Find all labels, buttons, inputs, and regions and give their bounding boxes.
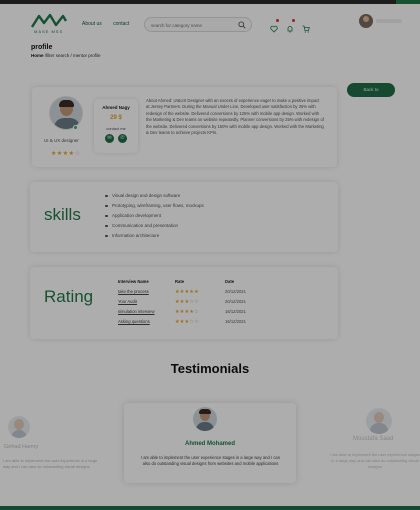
mentor-mini-card: Ahmed Nagy 29 $ contact me ✉ ✆ xyxy=(94,99,138,153)
row-stars: ★★★★★ xyxy=(175,289,199,295)
logo[interactable]: MASE MSS xyxy=(30,13,68,35)
row-stars: ★★★☆☆ xyxy=(175,319,199,325)
table-row: take the process ★★★★★ 20/12/2021 xyxy=(113,289,331,299)
skills-title: skills xyxy=(44,205,81,224)
skills-list: Visual design and design software Protot… xyxy=(105,193,204,243)
row-date: 20/12/2021 xyxy=(225,299,246,304)
search-input[interactable] xyxy=(151,21,239,30)
interview-link[interactable]: Asking questions xyxy=(118,319,150,324)
breadcrumb-path[interactable]: /filter search / mentor profile xyxy=(44,53,101,58)
table-row: Asking questions ★★★☆☆ 16/12/2021 xyxy=(113,319,331,329)
col-rate: Rate xyxy=(175,279,185,284)
profile-avatar xyxy=(49,96,83,130)
testimonial-avatar xyxy=(366,408,392,434)
skill-item: Information architecture xyxy=(105,233,204,243)
contact-label: contact me xyxy=(106,126,126,131)
table-row: Your Audit ★★★☆☆ 20/12/2021 xyxy=(113,299,331,309)
heart-icon[interactable] xyxy=(270,19,279,33)
breadcrumb: Home /filter search / mentor profile xyxy=(31,53,101,58)
cart-icon[interactable] xyxy=(302,20,310,33)
rating-table-header: Interview Name Rate Date xyxy=(113,279,331,289)
profile-about: About Ahmed: UI&UX Designer with an exce… xyxy=(146,98,324,136)
nav-about-us[interactable]: About us xyxy=(82,21,102,27)
mentor-name: Ahmed Nagy xyxy=(102,105,130,110)
main-nav: About us contact xyxy=(82,21,139,27)
testimonial-name: Moustafa Saad xyxy=(353,436,394,442)
user-avatar[interactable] xyxy=(359,14,373,28)
logo-mark-icon xyxy=(30,13,68,28)
interview-link[interactable]: simulation interview xyxy=(118,309,155,314)
col-interview-name: Interview Name xyxy=(118,279,149,284)
user-menu[interactable] xyxy=(376,19,402,23)
interview-link[interactable]: Your Audit xyxy=(118,299,137,304)
phone-icon[interactable]: ✆ xyxy=(118,134,127,143)
testimonial-name: Ahmed Mohamed xyxy=(184,441,235,447)
testimonial-text: I am able to implement the user experien… xyxy=(3,458,98,469)
skill-item: Application development xyxy=(105,213,204,223)
row-date: 16/12/2021 xyxy=(225,309,246,314)
row-date: 16/12/2021 xyxy=(225,319,246,324)
row-date: 20/12/2021 xyxy=(225,289,246,294)
logo-tag: MASE MSS xyxy=(34,29,64,34)
skill-item: Visual design and design software xyxy=(105,193,204,203)
search-box xyxy=(144,17,252,32)
bell-icon[interactable] xyxy=(286,19,295,33)
skill-item: Prototyping, wireframing, user flows, mo… xyxy=(105,203,204,213)
chat-icon[interactable]: ✉ xyxy=(105,134,114,143)
testimonial-text: I am able to implement the user experien… xyxy=(330,452,420,469)
profile-rating-stars: ★★★★☆ xyxy=(51,150,80,157)
table-row: simulation interview ★★★★☆ 16/12/2021 xyxy=(113,309,331,319)
bell-badge xyxy=(292,19,295,22)
testimonial-name: Gehad Hamry xyxy=(4,444,39,450)
breadcrumb-home[interactable]: Home xyxy=(31,53,44,58)
testimonials-title: Testimonials xyxy=(170,361,250,376)
profile-designation: UI & UX designer xyxy=(44,138,79,143)
bottom-bar xyxy=(0,506,420,510)
back-button[interactable]: Back to xyxy=(347,83,395,97)
testimonial-avatar xyxy=(193,407,217,431)
col-date: Date xyxy=(225,279,235,284)
page: MASE MSS About us contact search for cat… xyxy=(0,0,420,510)
nav-contact[interactable]: contact xyxy=(113,21,129,27)
interview-link[interactable]: take the process xyxy=(118,289,149,294)
row-stars: ★★★★☆ xyxy=(175,309,199,315)
online-status-dot xyxy=(73,125,78,130)
mentor-price: 29 $ xyxy=(110,115,122,121)
heart-badge xyxy=(276,19,279,22)
rating-title: Rating xyxy=(44,287,94,306)
row-stars: ★★★☆☆ xyxy=(175,299,199,305)
testimonial-text: I am able to implement the user experien… xyxy=(140,455,281,467)
header: MASE MSS About us contact xyxy=(0,4,420,38)
testimonial-avatar xyxy=(8,416,30,438)
star-empty-icon: ☆ xyxy=(74,151,81,157)
search-icon[interactable] xyxy=(238,21,246,29)
page-title: profile xyxy=(31,44,53,51)
rating-table: Interview Name Rate Date take the proces… xyxy=(113,279,331,329)
skill-item: Communication and presentation xyxy=(105,223,204,233)
